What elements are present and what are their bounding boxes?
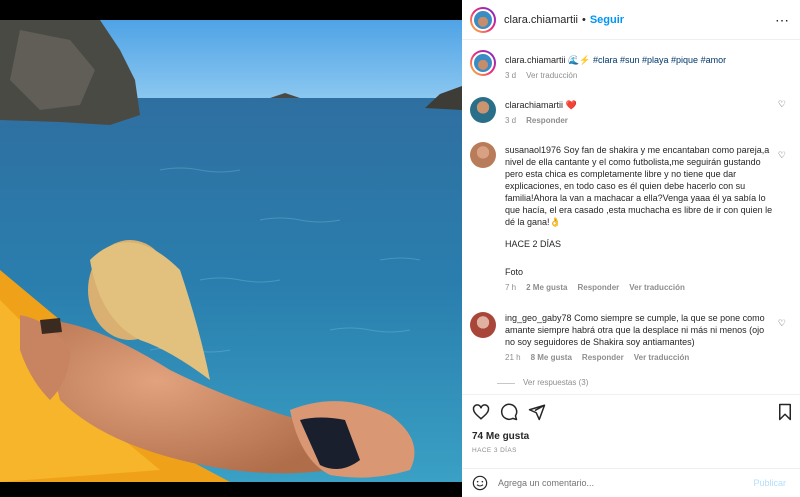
caption-emojis: 🌊⚡ — [568, 55, 591, 65]
caption-username[interactable]: clara.chiamartii — [505, 55, 566, 65]
post-modal: clara.chiamartii • Seguir ⋯ clara.chiama… — [0, 0, 800, 497]
post-side-panel: clara.chiamartii • Seguir ⋯ clara.chiama… — [462, 0, 800, 497]
comment-username[interactable]: ing_geo_gaby78 — [505, 313, 572, 323]
comment-item: ing_geo_gaby78 Como siempre se cumple, l… — [470, 312, 792, 389]
follow-button[interactable]: Seguir — [590, 14, 624, 26]
post-date: HACE 3 DÍAS — [472, 447, 517, 454]
comment-text: ❤️ — [565, 100, 577, 110]
comment-username[interactable]: clarachiamartii — [505, 100, 563, 110]
translate-link[interactable]: Ver traducción — [629, 282, 685, 294]
emoji-smiley-icon[interactable] — [472, 475, 488, 491]
save-bookmark-icon[interactable] — [776, 403, 794, 421]
caption-time: 3 d — [505, 71, 517, 80]
publish-button[interactable]: Publicar — [753, 478, 786, 488]
like-comment-heart-icon[interactable]: ♡ — [778, 150, 786, 161]
comment-username[interactable]: susanaol1976 — [505, 145, 561, 155]
comment-bubble-icon[interactable] — [500, 403, 518, 421]
post-photo[interactable] — [0, 20, 462, 482]
view-replies-label: Ver respuestas (3) — [523, 378, 589, 387]
avatar[interactable] — [470, 97, 496, 123]
add-comment-bar: Publicar — [462, 468, 800, 497]
translate-link[interactable]: Ver traducción — [526, 70, 577, 82]
comments-list[interactable]: clara.chiamartii 🌊⚡ #clara #sun #playa #… — [462, 40, 800, 395]
translate-link[interactable]: Ver traducción — [634, 352, 690, 364]
action-bar: 74 Me gusta HACE 3 DÍAS — [462, 394, 800, 464]
avatar[interactable] — [470, 50, 496, 76]
comment-input[interactable] — [498, 478, 728, 488]
caption-row: clara.chiamartii 🌊⚡ #clara #sun #playa #… — [470, 50, 792, 82]
comment-time: 21 h — [505, 353, 521, 362]
like-heart-icon[interactable] — [472, 403, 490, 421]
avatar[interactable] — [470, 6, 496, 33]
share-send-icon[interactable] — [528, 403, 546, 421]
separator-dot: • — [581, 13, 586, 26]
avatar[interactable] — [470, 142, 496, 168]
comment-text: Soy fan de shakira y me encantaban como … — [505, 145, 773, 227]
reply-button[interactable]: Responder — [526, 115, 568, 127]
comment-extra-photo: Foto — [505, 267, 524, 277]
reply-button[interactable]: Responder — [582, 352, 624, 364]
post-likes-count[interactable]: 74 Me gusta — [472, 431, 529, 442]
comment-item: clarachiamartii ❤️ 3 d Responder ♡ — [470, 97, 792, 127]
comment-likes[interactable]: 8 Me gusta — [531, 352, 572, 364]
view-replies-button[interactable]: Ver respuestas (3) — [497, 377, 773, 389]
comment-item: susanaol1976 Soy fan de shakira y me enc… — [470, 142, 792, 294]
reply-button[interactable]: Responder — [577, 282, 619, 294]
like-comment-heart-icon[interactable]: ♡ — [778, 318, 786, 329]
caption-hashtags[interactable]: #clara #sun #playa #pique #amor — [593, 55, 726, 65]
divider-line — [497, 382, 515, 384]
beach-photo-image — [0, 20, 462, 482]
comment-time: 7 h — [505, 283, 517, 292]
like-comment-heart-icon[interactable]: ♡ — [778, 99, 786, 110]
header-username[interactable]: clara.chiamartii — [504, 14, 578, 26]
more-options-icon[interactable]: ⋯ — [775, 12, 790, 29]
comment-likes[interactable]: 2 Me gusta — [526, 282, 567, 294]
comment-extra-date: HACE 2 DÍAS — [505, 239, 562, 249]
avatar[interactable] — [470, 312, 496, 338]
post-header: clara.chiamartii • Seguir ⋯ — [462, 0, 800, 40]
comment-time: 3 d — [505, 116, 517, 125]
